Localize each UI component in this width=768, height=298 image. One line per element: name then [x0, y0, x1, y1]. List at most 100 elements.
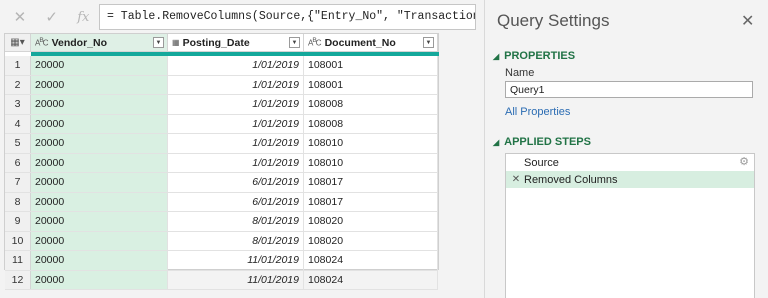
posting-date-cell[interactable]: 11/01/2019 — [168, 270, 304, 289]
row-number[interactable]: 12 — [5, 270, 31, 289]
posting-date-cell[interactable]: 1/01/2019 — [168, 114, 304, 133]
table-row[interactable]: 4 20000 1/01/2019 108008 — [5, 114, 438, 134]
table-row[interactable]: 8 20000 6/01/2019 108017 — [5, 192, 438, 212]
row-number[interactable]: 6 — [5, 153, 31, 172]
row-number[interactable]: 7 — [5, 173, 31, 192]
table-row[interactable]: 9 20000 8/01/2019 108020 — [5, 212, 438, 232]
document-no-cell[interactable]: 108010 — [304, 153, 438, 172]
applied-steps-title: APPLIED STEPS — [504, 136, 591, 148]
vendor-no-cell[interactable]: 20000 — [31, 212, 168, 231]
table-row[interactable]: 5 20000 1/01/2019 108010 — [5, 134, 438, 154]
delete-step-icon[interactable]: ✕ — [508, 174, 524, 185]
gear-icon[interactable]: ⚙ — [739, 155, 749, 168]
vendor-no-cell[interactable]: 20000 — [31, 114, 168, 133]
document-no-cell[interactable]: 108017 — [304, 173, 438, 192]
row-number[interactable]: 3 — [5, 95, 31, 114]
document-no-cell[interactable]: 108008 — [304, 114, 438, 133]
text-type-icon[interactable]: ABC — [35, 37, 49, 48]
document-no-cell[interactable]: 108008 — [304, 95, 438, 114]
filter-dropdown-icon[interactable]: ▼ — [423, 37, 434, 48]
grid-header: ▦▾ ABC Vendor_No ▼ ▦ Posting_Date ▼ ABC … — [5, 34, 438, 52]
posting-date-cell[interactable]: 1/01/2019 — [168, 56, 304, 75]
table-menu-icon[interactable]: ▦▾ — [5, 34, 31, 51]
posting-date-cell[interactable]: 1/01/2019 — [168, 75, 304, 94]
vendor-no-cell[interactable]: 20000 — [31, 231, 168, 250]
document-no-cell[interactable]: 108020 — [304, 231, 438, 250]
vendor-no-cell[interactable]: 20000 — [31, 153, 168, 172]
applied-steps-list: Source ⚙ ✕ Removed Columns — [505, 153, 755, 298]
step-label: Removed Columns — [524, 173, 618, 186]
document-no-cell[interactable]: 108020 — [304, 212, 438, 231]
row-number[interactable]: 5 — [5, 134, 31, 153]
column-label: Vendor_No — [51, 36, 108, 49]
row-number[interactable]: 10 — [5, 231, 31, 250]
formula-bar: ✕ ✓ fx = Table.RemoveColumns(Source,{"En… — [4, 4, 476, 30]
posting-date-cell[interactable]: 6/01/2019 — [168, 173, 304, 192]
column-label: Posting_Date — [182, 36, 250, 49]
text-type-icon[interactable]: ABC — [308, 37, 322, 48]
table-row[interactable]: 6 20000 1/01/2019 108010 — [5, 153, 438, 173]
posting-date-cell[interactable]: 8/01/2019 — [168, 231, 304, 250]
table-row[interactable]: 1 20000 1/01/2019 108001 — [5, 56, 438, 76]
document-no-cell[interactable]: 108001 — [304, 75, 438, 94]
row-number[interactable]: 1 — [5, 56, 31, 75]
step-removed-columns[interactable]: ✕ Removed Columns — [506, 171, 754, 188]
all-properties-link[interactable]: All Properties — [505, 106, 570, 118]
query-name-input[interactable] — [505, 81, 753, 98]
table-row[interactable]: 11 20000 11/01/2019 108024 — [5, 251, 438, 271]
row-number[interactable]: 2 — [5, 75, 31, 94]
filter-dropdown-icon[interactable]: ▼ — [289, 37, 300, 48]
calendar-icon[interactable]: ▦ — [172, 38, 180, 47]
cancel-icon[interactable]: ✕ — [14, 8, 27, 26]
column-header-document-no[interactable]: ABC Document_No ▼ — [304, 34, 438, 51]
properties-section-toggle[interactable]: ◢ PROPERTIES — [493, 50, 575, 62]
posting-date-cell[interactable]: 11/01/2019 — [168, 251, 304, 270]
column-header-vendor-no[interactable]: ABC Vendor_No ▼ — [31, 34, 168, 51]
posting-date-cell[interactable]: 8/01/2019 — [168, 212, 304, 231]
vendor-no-cell[interactable]: 20000 — [31, 173, 168, 192]
step-source[interactable]: Source ⚙ — [506, 154, 754, 171]
document-no-cell[interactable]: 108017 — [304, 192, 438, 211]
filter-dropdown-icon[interactable]: ▼ — [153, 37, 164, 48]
collapse-triangle-icon: ◢ — [493, 137, 500, 147]
document-no-cell[interactable]: 108001 — [304, 56, 438, 75]
data-grid: ▦▾ ABC Vendor_No ▼ ▦ Posting_Date ▼ ABC … — [4, 33, 439, 290]
query-settings-pane: Query Settings ✕ ◢ PROPERTIES Name All P… — [485, 0, 768, 298]
commit-icon[interactable]: ✓ — [45, 8, 58, 26]
data-preview-pane: ✕ ✓ fx = Table.RemoveColumns(Source,{"En… — [0, 0, 484, 298]
vendor-no-cell[interactable]: 20000 — [31, 251, 168, 270]
name-label: Name — [505, 67, 535, 79]
document-no-cell[interactable]: 108024 — [304, 251, 438, 270]
table-row[interactable]: 7 20000 6/01/2019 108017 — [5, 173, 438, 193]
row-number[interactable]: 9 — [5, 212, 31, 231]
posting-date-cell[interactable]: 1/01/2019 — [168, 134, 304, 153]
vendor-no-cell[interactable]: 20000 — [31, 192, 168, 211]
query-settings-title: Query Settings — [497, 11, 610, 30]
vendor-no-cell[interactable]: 20000 — [31, 56, 168, 75]
grid-rows: 1 20000 1/01/2019 108001 2 20000 1/01/2019 1080… — [5, 56, 438, 290]
row-number[interactable]: 11 — [5, 251, 31, 270]
table-row[interactable]: 12 20000 11/01/2019 108024 — [5, 270, 438, 290]
close-icon[interactable]: ✕ — [741, 11, 754, 31]
column-label: Document_No — [324, 36, 396, 49]
vendor-no-cell[interactable]: 20000 — [31, 270, 168, 289]
row-number[interactable]: 8 — [5, 192, 31, 211]
column-header-posting-date[interactable]: ▦ Posting_Date ▼ — [168, 34, 304, 51]
document-no-cell[interactable]: 108010 — [304, 134, 438, 153]
table-row[interactable]: 10 20000 8/01/2019 108020 — [5, 231, 438, 251]
fx-icon[interactable]: fx — [77, 10, 89, 25]
applied-steps-section-toggle[interactable]: ◢ APPLIED STEPS — [493, 136, 591, 148]
vendor-no-cell[interactable]: 20000 — [31, 134, 168, 153]
posting-date-cell[interactable]: 1/01/2019 — [168, 153, 304, 172]
formula-input[interactable]: = Table.RemoveColumns(Source,{"Entry_No"… — [99, 4, 476, 30]
properties-title: PROPERTIES — [504, 50, 576, 62]
table-row[interactable]: 3 20000 1/01/2019 108008 — [5, 95, 438, 115]
table-row[interactable]: 2 20000 1/01/2019 108001 — [5, 75, 438, 95]
vendor-no-cell[interactable]: 20000 — [31, 75, 168, 94]
posting-date-cell[interactable]: 6/01/2019 — [168, 192, 304, 211]
vendor-no-cell[interactable]: 20000 — [31, 95, 168, 114]
document-no-cell[interactable]: 108024 — [304, 270, 438, 289]
row-number[interactable]: 4 — [5, 114, 31, 133]
posting-date-cell[interactable]: 1/01/2019 — [168, 95, 304, 114]
formula-bar-buttons: ✕ ✓ fx — [4, 4, 99, 30]
